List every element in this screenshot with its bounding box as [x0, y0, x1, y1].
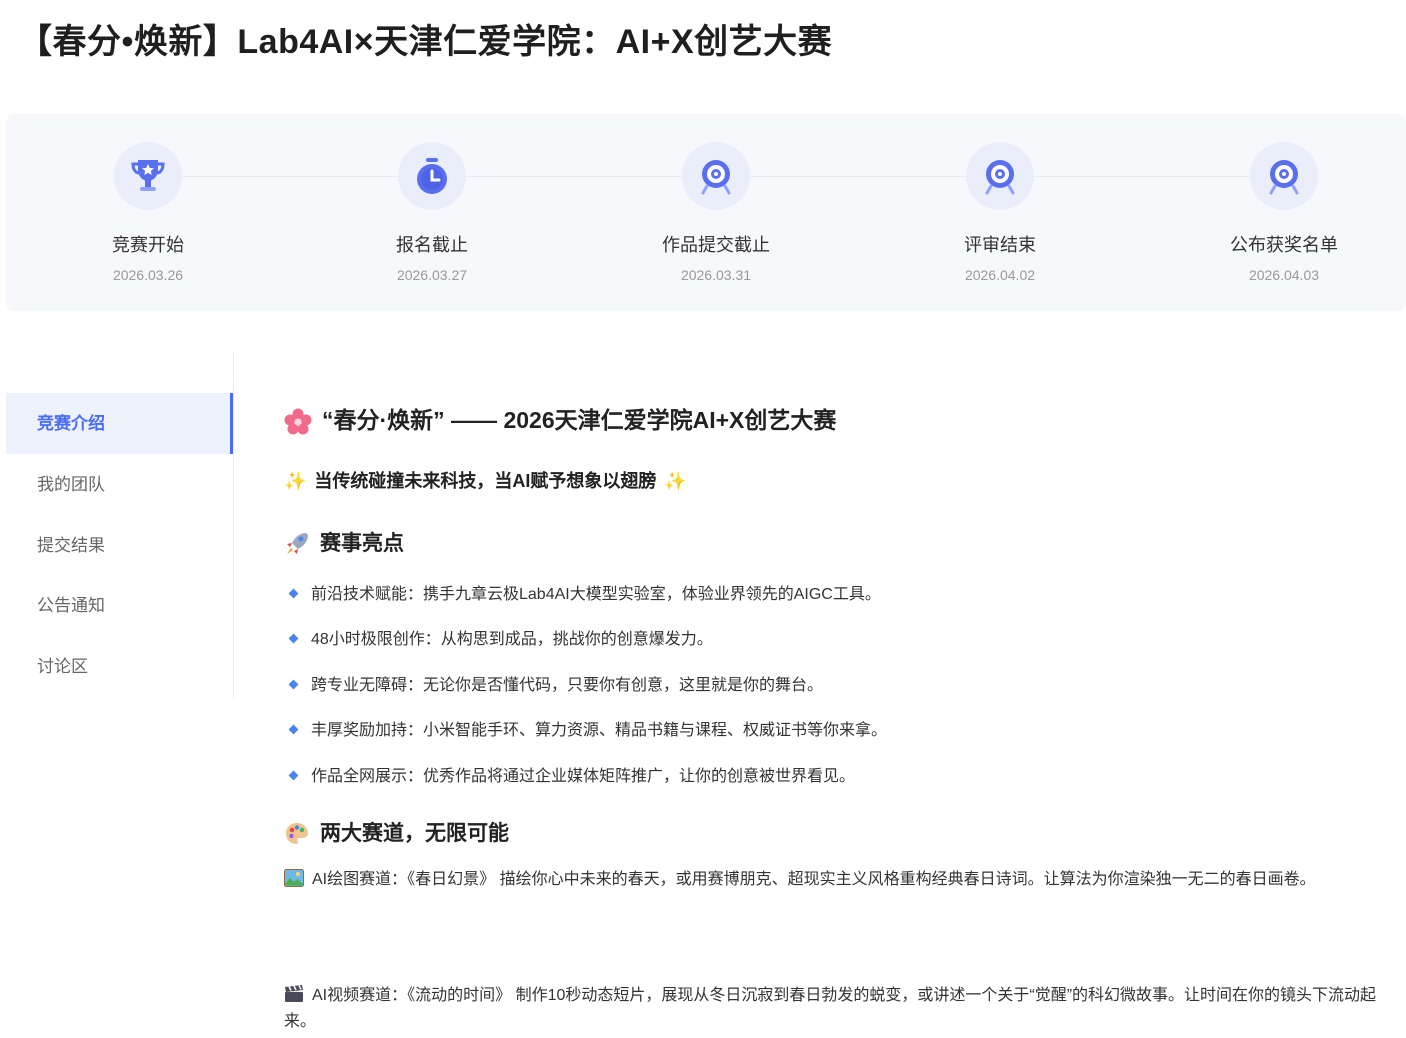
sparkles-icon: ✨ [284, 471, 307, 491]
timeline-step-label: 报名截止 [396, 235, 468, 255]
target-icon [985, 160, 1015, 195]
timeline-step-date: 2026.03.26 [112, 267, 184, 283]
diamond-bullet-icon [288, 679, 299, 690]
sidebar-item-discussion[interactable]: 讨论区 [6, 636, 233, 697]
palette-icon [286, 823, 308, 845]
tracks-heading-text: 两大赛道，无限可能 [320, 822, 509, 845]
stopwatch-icon [417, 158, 447, 194]
timeline-step-registration-deadline: 报名截止 2026.03.27 [332, 142, 532, 283]
sidebar-item-intro[interactable]: 竞赛介绍 [6, 393, 233, 454]
cherry-blossom-icon [284, 408, 312, 435]
diamond-bullet-icon [288, 588, 299, 599]
timeline-step-label: 评审结束 [964, 235, 1036, 255]
rocket-icon [287, 533, 308, 555]
clapper-icon [285, 985, 303, 1002]
highlights-heading-text: 赛事亮点 [320, 532, 404, 555]
highlight-item: 作品全网展示：优秀作品将通过企业媒体矩阵推广，让你的创意被世界看见。 [284, 762, 855, 786]
content-heading: “春分·焕新” —— 2026天津仁爱学院AI+X创艺大赛 [284, 401, 836, 436]
competition-timeline: 竞赛开始 2026.03.26 报名截止 2026.03.27 作品提交截止 2… [6, 114, 1406, 311]
highlight-item: 48小时极限创作：从构思到成品，挑战你的创意爆发力。 [284, 625, 713, 649]
trophy-icon [131, 160, 165, 191]
target-icon [1269, 160, 1299, 195]
timeline-step-label: 作品提交截止 [662, 235, 770, 255]
highlight-item: 前沿技术赋能：携手九章云极Lab4AI大模型实验室，体验业界领先的AIGC工具。 [284, 580, 881, 604]
highlight-item: 丰厚奖励加持：小米智能手环、算力资源、精品书籍与课程、权威证书等你来拿。 [284, 716, 887, 740]
picture-icon [284, 869, 304, 887]
track-item-ai-drawing: AI绘图赛道：《春日幻景》 描绘你心中未来的春天，或用赛博朋克、超现实主义风格重… [284, 867, 1394, 893]
timeline-step-start: 竞赛开始 2026.03.26 [48, 142, 248, 283]
slogan: ✨ 当传统碰撞未来科技，当AI赋予想象以翅膀 ✨ [284, 467, 687, 493]
timeline-node [682, 142, 750, 210]
highlight-item: 跨专业无障碍：无论你是否懂代码，只要你有创意，这里就是你的舞台。 [284, 671, 823, 695]
timeline-step-submission-deadline: 作品提交截止 2026.03.31 [616, 142, 816, 283]
timeline-step-label: 公布获奖名单 [1230, 235, 1338, 255]
slogan-text: 当传统碰撞未来科技，当AI赋予想象以翅膀 [314, 471, 657, 491]
sidebar-item-my-team[interactable]: 我的团队 [6, 454, 233, 515]
timeline-step-date: 2026.03.27 [396, 267, 468, 283]
page-title: 【春分•焕新】Lab4AI×天津仁爱学院：AI+X创艺大赛 [18, 23, 833, 61]
diamond-bullet-icon [288, 633, 299, 644]
timeline-step-date: 2026.04.02 [964, 267, 1036, 283]
timeline-step-review-end: 评审结束 2026.04.02 [900, 142, 1100, 283]
timeline-node [114, 142, 182, 210]
timeline-node [398, 142, 466, 210]
track-item-ai-video: AI视频赛道：《流动的时间》 制作10秒动态短片，展现从冬日沉寂到春日勃发的蜕变… [284, 985, 1377, 1030]
timeline-step-winners-announced: 公布获奖名单 2026.04.03 [1184, 142, 1384, 283]
sidebar-nav: 竞赛介绍 我的团队 提交结果 公告通知 讨论区 [6, 352, 234, 698]
sparkles-icon: ✨ [664, 471, 687, 491]
timeline-step-date: 2026.04.03 [1248, 267, 1320, 283]
content-heading-text: “春分·焕新” —— 2026天津仁爱学院AI+X创艺大赛 [322, 407, 837, 433]
timeline-step-label: 竞赛开始 [112, 235, 184, 255]
sidebar-item-announcements[interactable]: 公告通知 [6, 575, 233, 636]
timeline-node [966, 142, 1034, 210]
timeline-node [1250, 142, 1318, 210]
target-icon [701, 160, 731, 195]
sidebar-item-submit-results[interactable]: 提交结果 [6, 515, 233, 576]
diamond-bullet-icon [288, 770, 299, 781]
tracks-heading: 两大赛道，无限可能 [284, 817, 509, 847]
highlights-heading: 赛事亮点 [284, 527, 404, 557]
timeline-step-date: 2026.03.31 [680, 267, 752, 283]
diamond-bullet-icon [288, 724, 299, 735]
